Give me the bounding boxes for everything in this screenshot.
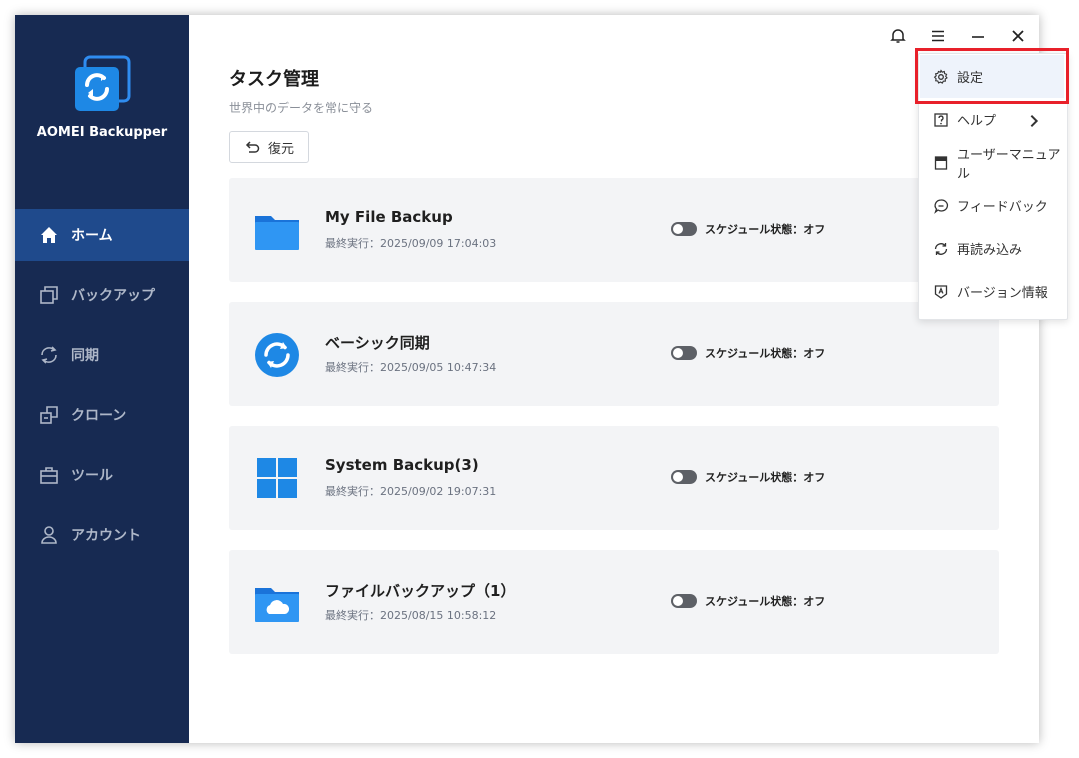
menu-item-label: 設定 — [957, 71, 984, 86]
sync-circle-icon — [255, 333, 299, 377]
schedule-status: スケジュール状態：オフ — [671, 345, 825, 361]
sidebar-item-label: ホーム — [71, 228, 113, 244]
sidebar-item-backup[interactable]: バックアップ — [15, 269, 189, 321]
menu-item-user-manual[interactable]: ユーザーマニュアル — [920, 141, 1064, 184]
task-last-run: 最終実行：2025/08/15 10:58:12 — [325, 609, 497, 622]
sidebar-item-label: ツール — [71, 468, 113, 484]
schedule-toggle[interactable] — [671, 594, 697, 608]
task-card[interactable]: ベーシック同期 最終実行：2025/09/05 10:47:34 スケジュール状… — [229, 302, 999, 406]
menu-item-reload[interactable]: 再読み込み — [920, 227, 1064, 270]
gear-icon — [933, 68, 948, 84]
close-icon — [1012, 30, 1024, 42]
windows-icon — [257, 458, 297, 498]
main-menu-button[interactable] — [927, 25, 949, 47]
toolbox-icon — [40, 467, 58, 484]
close-button[interactable] — [1007, 25, 1029, 47]
main-dropdown-menu: 設定 ヘルプ ユーザーマニュアル フィードバック 再読み込み バージョン情報 — [918, 53, 1068, 320]
schedule-status-label: スケジュール状態：オフ — [705, 595, 826, 608]
user-icon — [41, 526, 57, 544]
sidebar-item-label: バックアップ — [71, 288, 155, 304]
sidebar: AOMEI Backupper ホーム バックアップ 同期 クローン ツール ア… — [15, 15, 189, 743]
schedule-status: スケジュール状態：オフ — [671, 221, 825, 237]
menu-item-label: 再読み込み — [957, 243, 1023, 258]
version-icon — [934, 284, 948, 299]
menu-item-settings[interactable]: 設定 — [920, 55, 1064, 98]
restore-label: 復元 — [267, 141, 294, 157]
sidebar-item-home[interactable]: ホーム — [15, 209, 189, 261]
undo-icon — [245, 141, 260, 153]
schedule-toggle[interactable] — [671, 470, 697, 484]
refresh-icon — [934, 242, 948, 255]
task-card[interactable]: System Backup(3) 最終実行：2025/09/02 19:07:3… — [229, 426, 999, 530]
menu-item-feedback[interactable]: フィードバック — [920, 184, 1064, 227]
notification-bell-button[interactable] — [887, 25, 909, 47]
sidebar-nav: ホーム バックアップ 同期 クローン ツール アカウント — [15, 209, 189, 569]
sidebar-item-label: アカウント — [71, 528, 141, 544]
backup-icon — [40, 286, 58, 304]
chevron-right-icon — [1030, 114, 1039, 128]
task-name: ベーシック同期 — [325, 334, 430, 352]
schedule-toggle[interactable] — [671, 222, 697, 236]
menu-item-label: バージョン情報 — [957, 286, 1048, 301]
sync-icon — [41, 346, 57, 364]
app-window: AOMEI Backupper ホーム バックアップ 同期 クローン ツール ア… — [15, 15, 1039, 743]
task-card[interactable]: My File Backup 最終実行：2025/09/09 17:04:03 … — [229, 178, 999, 282]
schedule-status-label: スケジュール状態：オフ — [705, 347, 826, 360]
sidebar-item-clone[interactable]: クローン — [15, 389, 189, 441]
minimize-button[interactable] — [967, 25, 989, 47]
cloud-folder-icon — [255, 588, 299, 622]
schedule-status: スケジュール状態：オフ — [671, 469, 825, 485]
menu-item-label: ユーザーマニュアル — [957, 147, 1061, 182]
bell-icon — [890, 29, 906, 43]
task-name: System Backup(3) — [325, 456, 479, 474]
task-last-run: 最終実行：2025/09/02 19:07:31 — [325, 485, 497, 498]
manual-icon — [934, 155, 948, 170]
menu-item-label: ヘルプ — [957, 114, 997, 129]
hamburger-menu-icon — [932, 30, 944, 42]
page-subtitle: 世界中のデータを常に守る — [229, 101, 374, 115]
sidebar-item-account[interactable]: アカウント — [15, 509, 189, 561]
sidebar-item-tools[interactable]: ツール — [15, 449, 189, 501]
clone-icon — [40, 406, 58, 424]
task-card[interactable]: ファイルバックアップ（1） 最終実行：2025/08/15 10:58:12 ス… — [229, 550, 999, 654]
app-name: AOMEI Backupper — [36, 125, 168, 140]
task-last-run: 最終実行：2025/09/05 10:47:34 — [325, 361, 497, 374]
folder-icon — [255, 216, 299, 250]
help-icon — [934, 112, 948, 127]
menu-item-label: フィードバック — [957, 200, 1048, 215]
schedule-status-label: スケジュール状態：オフ — [705, 223, 826, 236]
task-name: ファイルバックアップ（1） — [325, 582, 516, 600]
task-last-run: 最終実行：2025/09/09 17:04:03 — [325, 237, 497, 250]
page-title: タスク管理 — [229, 69, 319, 90]
menu-item-help[interactable]: ヘルプ — [920, 98, 1064, 141]
app-logo-icon — [75, 55, 131, 111]
schedule-status: スケジュール状態：オフ — [671, 593, 825, 609]
restore-button[interactable]: 復元 — [229, 131, 309, 163]
task-name: My File Backup — [325, 208, 453, 226]
minimize-icon — [972, 36, 984, 38]
sidebar-item-sync[interactable]: 同期 — [15, 329, 189, 381]
feedback-icon — [934, 198, 949, 214]
schedule-status-label: スケジュール状態：オフ — [705, 471, 826, 484]
sidebar-item-label: クローン — [71, 408, 127, 424]
sidebar-item-label: 同期 — [71, 348, 99, 364]
home-icon — [41, 227, 57, 243]
schedule-toggle[interactable] — [671, 346, 697, 360]
menu-item-version-info[interactable]: バージョン情報 — [920, 270, 1064, 313]
